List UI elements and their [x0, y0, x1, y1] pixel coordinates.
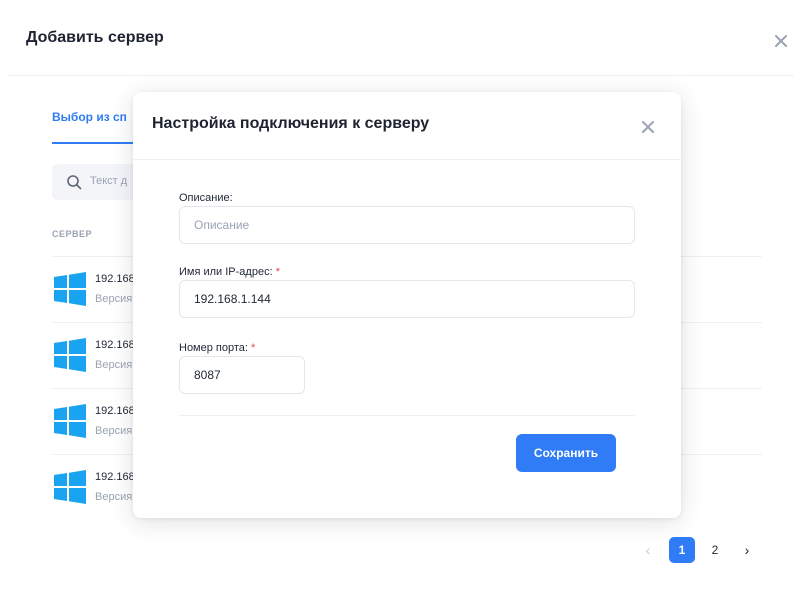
- windows-icon: [52, 337, 88, 373]
- modal-title: Настройка подключения к серверу: [152, 115, 430, 132]
- pagination-next-button[interactable]: ›: [737, 540, 757, 560]
- server-version: Версия: [95, 359, 133, 371]
- search-icon: [66, 174, 82, 190]
- form-divider: [179, 415, 635, 416]
- server-ip: 192.168: [95, 339, 135, 351]
- server-version: Версия: [95, 293, 133, 305]
- modal-header: Настройка подключения к серверу: [133, 92, 681, 160]
- add-server-header: Добавить сервер: [8, 0, 794, 76]
- windows-icon: [52, 271, 88, 307]
- server-version: Версия: [95, 425, 133, 437]
- server-version: Версия: [95, 491, 133, 503]
- save-button[interactable]: Сохранить: [516, 434, 616, 472]
- required-mark: *: [275, 266, 280, 278]
- port-label: Номер порта: *: [179, 342, 256, 354]
- port-input[interactable]: [179, 356, 305, 394]
- close-icon[interactable]: [637, 116, 659, 138]
- windows-icon: [52, 469, 88, 505]
- description-input[interactable]: [179, 206, 635, 244]
- server-ip: 192.168: [95, 273, 135, 285]
- description-label: Описание:: [179, 192, 233, 204]
- host-label: Имя или IP-адрес: *: [179, 266, 280, 278]
- close-icon[interactable]: [770, 30, 792, 52]
- pagination-page-1[interactable]: 1: [669, 537, 695, 563]
- pagination-page-2[interactable]: 2: [704, 537, 726, 563]
- required-mark: *: [251, 342, 256, 354]
- windows-icon: [52, 403, 88, 439]
- host-input[interactable]: [179, 280, 635, 318]
- tab-select-from-list[interactable]: Выбор из сп: [52, 110, 142, 144]
- add-server-title: Добавить сервер: [26, 29, 164, 46]
- column-header-server: СЕРВЕР: [52, 229, 93, 239]
- connection-settings-modal: Настройка подключения к серверу Описание…: [133, 92, 681, 518]
- pagination-prev-button[interactable]: ‹: [638, 540, 658, 560]
- tab-active-indicator: [52, 142, 142, 144]
- server-ip: 192.168: [95, 405, 135, 417]
- search-placeholder: Текст д: [90, 175, 128, 187]
- server-ip: 192.168: [95, 471, 135, 483]
